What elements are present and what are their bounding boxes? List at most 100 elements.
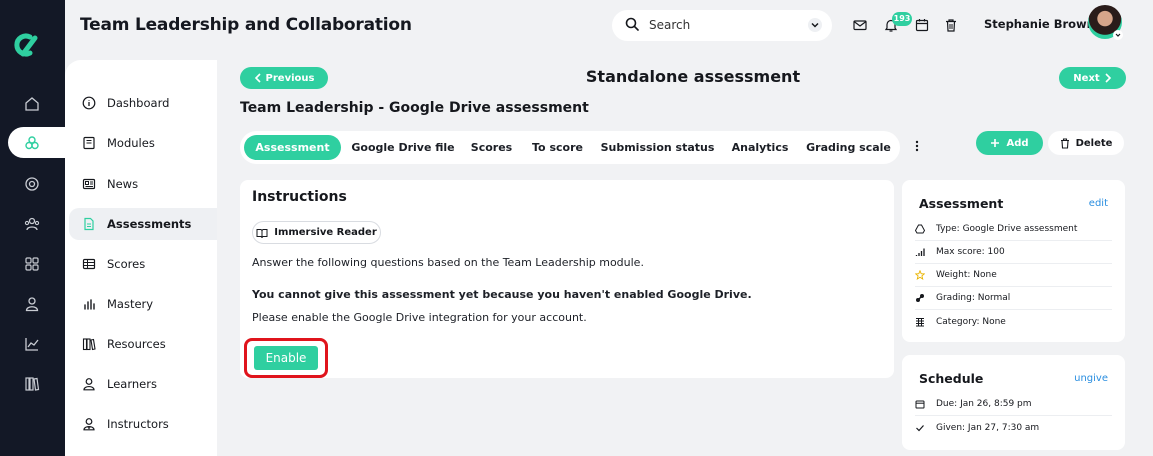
edit-link[interactable]: edit	[1089, 198, 1108, 209]
assessment-card-title: Assessment	[919, 196, 1004, 211]
enable-button[interactable]: Enable	[254, 346, 318, 370]
sidebar-item-label: Learners	[107, 377, 157, 391]
grading-text: Grading: Normal	[936, 293, 1011, 303]
sidebar-item-scores[interactable]: Scores	[69, 248, 217, 280]
delete-button-label: Delete	[1075, 137, 1113, 149]
next-button-label: Next	[1073, 72, 1100, 84]
sidebar-item-label: Mastery	[107, 297, 154, 311]
given-row: Given: Jan 27, 7:30 am	[915, 416, 1112, 439]
immersive-reader-button[interactable]: Immersive Reader	[252, 221, 381, 244]
trash-icon[interactable]	[943, 17, 959, 33]
plus-icon	[991, 139, 1000, 147]
notification-badge: 193	[892, 12, 912, 26]
link-icon	[915, 293, 925, 303]
sidebar-item-label: Assessments	[107, 217, 192, 231]
open-book-icon	[256, 228, 268, 238]
avatar-chevron-icon[interactable]	[1113, 30, 1123, 40]
sidebar-item-instructors[interactable]: Instructors	[69, 408, 217, 440]
document-icon	[81, 216, 97, 232]
due-row: Due: Jan 26, 8:59 pm	[915, 393, 1112, 416]
page-title: Standalone assessment	[585, 67, 801, 86]
star-icon	[915, 270, 925, 280]
assessment-info-card: Assessment edit Type: Google Drive asses…	[902, 180, 1125, 342]
mail-icon[interactable]	[852, 17, 868, 33]
enable-highlight: Enable	[244, 338, 328, 378]
delete-button[interactable]: Delete	[1048, 131, 1124, 155]
courses-icon[interactable]	[20, 131, 44, 155]
weight-text: Weight: None	[936, 270, 997, 280]
sidebar-item-resources[interactable]: Resources	[69, 328, 217, 360]
apps-grid-icon[interactable]	[20, 252, 44, 276]
tab-google-drive-file[interactable]: Google Drive file	[348, 135, 458, 160]
type-text: Type: Google Drive assessment	[936, 224, 1078, 234]
hint-text: Please enable the Google Drive integrati…	[252, 311, 587, 324]
warning-text: You cannot give this assessment yet beca…	[252, 288, 752, 301]
sidebar-item-news[interactable]: News	[69, 168, 217, 200]
app-logo[interactable]	[10, 30, 40, 60]
more-options-icon[interactable]	[912, 139, 922, 153]
target-icon[interactable]	[20, 172, 44, 196]
tab-submission-status[interactable]: Submission status	[596, 135, 719, 160]
sidebar-item-label: Instructors	[107, 417, 169, 431]
previous-button[interactable]: Previous	[240, 67, 328, 89]
user-icon	[81, 376, 97, 392]
tab-bar: Assessment Google Drive file Scores To s…	[240, 131, 900, 164]
instructor-icon	[81, 416, 97, 432]
tab-assessment[interactable]: Assessment	[244, 135, 341, 160]
groups-icon[interactable]	[20, 212, 44, 236]
chevron-left-icon	[254, 73, 261, 83]
assessment-title: Team Leadership - Google Drive assessmen…	[240, 100, 589, 116]
next-button[interactable]: Next	[1059, 67, 1126, 89]
check-icon	[915, 423, 925, 433]
instructions-title: Instructions	[252, 189, 347, 205]
app-rail	[0, 0, 65, 456]
max-score-text: Max score: 100	[936, 247, 1005, 257]
grading-row: Grading: Normal	[915, 287, 1112, 310]
calendar-icon[interactable]	[914, 17, 930, 33]
instructions-text: Answer the following questions based on …	[252, 256, 644, 269]
app-title: Team Leadership and Collaboration	[80, 15, 412, 35]
search-input[interactable]: Search	[649, 18, 690, 32]
tab-grading-scale[interactable]: Grading scale	[801, 135, 896, 160]
given-text: Given: Jan 27, 7:30 am	[936, 422, 1040, 433]
add-button[interactable]: Add	[976, 131, 1043, 155]
sidebar-item-modules[interactable]: Modules	[69, 127, 217, 159]
sidebar-item-mastery[interactable]: Mastery	[69, 288, 217, 320]
weight-row: Weight: None	[915, 264, 1112, 287]
home-icon[interactable]	[20, 92, 44, 116]
search-box[interactable]: Search	[612, 10, 832, 41]
category-text: Category: None	[936, 316, 1006, 327]
library-icon	[81, 336, 97, 352]
analytics-icon[interactable]	[20, 332, 44, 356]
sidebar: Dashboard Modules News Assessments Score…	[65, 60, 217, 456]
tab-scores[interactable]: Scores	[464, 135, 519, 160]
schedule-card: Schedule ungive Due: Jan 26, 8:59 pm Giv…	[902, 355, 1125, 450]
category-row: Category: None	[915, 310, 1112, 333]
trash-icon	[1060, 137, 1069, 149]
sidebar-item-dashboard[interactable]: Dashboard	[69, 87, 217, 119]
sidebar-item-learners[interactable]: Learners	[69, 368, 217, 400]
instructions-card: Instructions Immersive Reader Answer the…	[240, 180, 894, 378]
sidebar-item-label: Dashboard	[107, 96, 170, 110]
user-name[interactable]: Stephanie Brown	[984, 17, 1095, 31]
signal-bars-icon	[915, 247, 925, 257]
ungive-link[interactable]: ungive	[1074, 373, 1108, 384]
profile-icon[interactable]	[20, 292, 44, 316]
sidebar-item-label: News	[107, 177, 139, 191]
calendar-icon	[915, 399, 925, 409]
info-circle-icon	[81, 95, 97, 111]
add-button-label: Add	[1006, 137, 1029, 149]
sidebar-item-assessments[interactable]: Assessments	[69, 208, 217, 240]
tab-analytics[interactable]: Analytics	[725, 135, 795, 160]
chevron-down-icon[interactable]	[808, 18, 822, 32]
tab-to-score[interactable]: To score	[525, 135, 590, 160]
newspaper-icon	[81, 176, 97, 192]
drive-icon	[915, 224, 925, 234]
previous-button-label: Previous	[265, 72, 315, 84]
sidebar-item-label: Modules	[107, 136, 155, 150]
sidebar-item-label: Scores	[107, 257, 146, 271]
book-icon	[81, 135, 97, 151]
schedule-card-title: Schedule	[919, 371, 984, 386]
library-icon[interactable]	[20, 372, 44, 396]
immersive-reader-label: Immersive Reader	[274, 227, 377, 238]
